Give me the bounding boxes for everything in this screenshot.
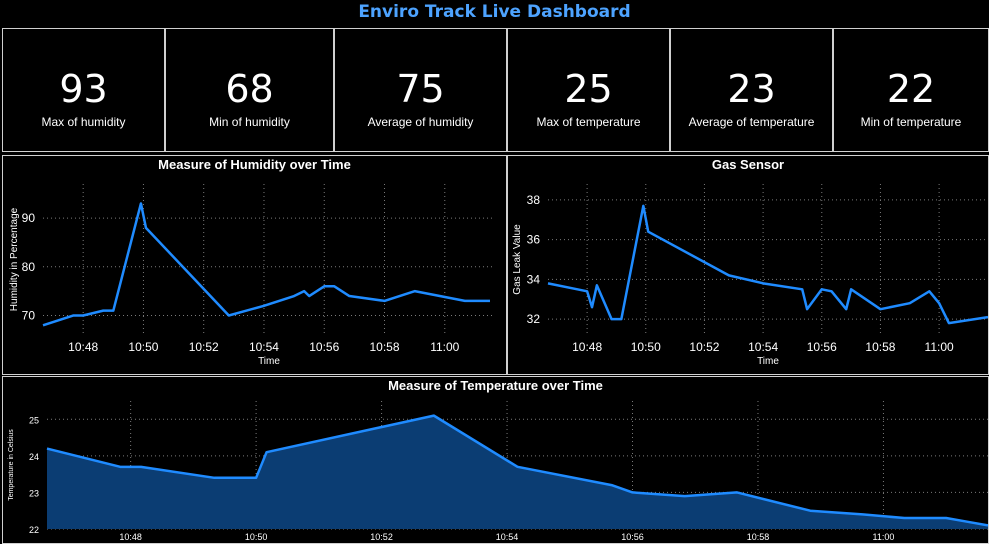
kpi-label: Average of temperature — [688, 115, 815, 129]
x-tick-label: 11:00 — [873, 532, 895, 542]
y-tick-label: 34 — [527, 272, 541, 286]
kpi-card-max-temperature[interactable]: 25 Max of temperature — [507, 28, 670, 152]
y-tick-label: 38 — [527, 193, 541, 207]
dashboard-title: Enviro Track Live Dashboard — [358, 2, 631, 22]
y-tick-label: 22 — [29, 525, 39, 535]
kpi-label: Max of humidity — [41, 115, 126, 129]
kpi-row: 93 Max of humidity 68 Min of humidity 75… — [0, 28, 989, 154]
kpi-card-max-humidity[interactable]: 93 Max of humidity — [2, 28, 165, 152]
x-tick-label: 10:54 — [748, 340, 778, 354]
x-tick-label: 10:48 — [119, 532, 142, 542]
kpi-label: Max of temperature — [536, 115, 641, 129]
kpi-value: 25 — [564, 67, 613, 111]
x-tick-label: 10:52 — [370, 532, 393, 542]
x-axis-label: Time — [757, 356, 779, 367]
humidity-line-chart: 10:48 10:50 10:52 10:54 10:56 10:58 11:00 70 80 9… — [9, 184, 495, 367]
x-tick-label: 10:50 — [245, 532, 268, 542]
kpi-value: 22 — [886, 67, 936, 111]
x-tick-label: 10:58 — [747, 532, 770, 542]
x-tick-label: 10:58 — [865, 340, 895, 354]
x-tick-label: 10:48 — [68, 340, 98, 354]
chart-title: Measure of Humidity over Time — [158, 157, 351, 172]
y-tick-label: 70 — [22, 309, 36, 323]
y-axis-label: Gas Leak Value — [512, 224, 523, 295]
humidity-chart-panel[interactable]: Measure of Humidity over Time 10:48 10:50… — [2, 155, 507, 375]
kpi-value: 23 — [727, 67, 776, 111]
x-tick-label: 11:00 — [430, 340, 459, 354]
kpi-card-avg-humidity[interactable]: 75 Average of humidity — [334, 28, 507, 152]
kpi-label: Min of temperature — [860, 115, 962, 129]
temperature-chart-panel[interactable]: Measure of Temperature over Time 10:48 10… — [2, 376, 989, 544]
x-tick-label: 10:56 — [807, 340, 837, 354]
x-tick-label: 10:52 — [689, 340, 719, 354]
gas-sensor-chart-panel[interactable]: Gas Sensor 10:48 10:50 10:52 10:54 10:56 10:5… — [507, 155, 989, 375]
temperature-area-chart: 10:48 10:50 10:52 10:54 10:56 10:58 11:00 22 23 2… — [8, 401, 988, 542]
x-tick-label: 10:56 — [309, 340, 339, 354]
kpi-card-min-humidity[interactable]: 68 Min of humidity — [165, 28, 334, 152]
x-tick-label: 10:54 — [249, 340, 279, 354]
kpi-card-min-temperature[interactable]: 22 Min of temperature — [833, 28, 989, 152]
gas-sensor-line-chart: 10:48 10:50 10:52 10:54 10:56 10:58 11:00 32 34 3… — [512, 184, 988, 367]
y-tick-label: 25 — [29, 415, 39, 425]
kpi-value: 75 — [396, 67, 445, 111]
x-tick-label: 10:56 — [621, 532, 644, 542]
x-tick-label: 10:50 — [631, 340, 661, 354]
temperature-area — [47, 415, 988, 529]
y-tick-label: 80 — [22, 260, 36, 274]
chart-title: Gas Sensor — [711, 157, 785, 172]
kpi-label: Min of humidity — [209, 115, 290, 129]
x-tick-label: 10:50 — [128, 340, 158, 354]
y-tick-label: 90 — [22, 211, 36, 225]
y-tick-label: 24 — [29, 452, 39, 462]
x-tick-label: 10:58 — [369, 340, 399, 354]
x-tick-label: 10:54 — [496, 532, 519, 542]
kpi-value: 68 — [225, 67, 274, 111]
x-tick-label: 11:00 — [925, 340, 954, 354]
x-tick-label: 10:52 — [189, 340, 219, 354]
series-line — [42, 202, 490, 327]
series-line — [547, 204, 988, 325]
x-tick-label: 10:48 — [572, 340, 602, 354]
chart-title: Measure of Temperature over Time — [388, 378, 603, 393]
y-tick-label: 23 — [29, 488, 39, 498]
y-tick-label: 32 — [527, 312, 541, 326]
y-tick-label: 36 — [527, 233, 541, 247]
y-axis-label: Temperature in Celsius — [8, 429, 15, 501]
x-axis-label: Time — [258, 356, 280, 367]
y-axis-label: Humidity in Percentage — [9, 207, 20, 311]
kpi-card-avg-temperature[interactable]: 23 Average of temperature — [670, 28, 833, 152]
kpi-value: 93 — [59, 67, 108, 111]
kpi-label: Average of humidity — [367, 115, 474, 129]
